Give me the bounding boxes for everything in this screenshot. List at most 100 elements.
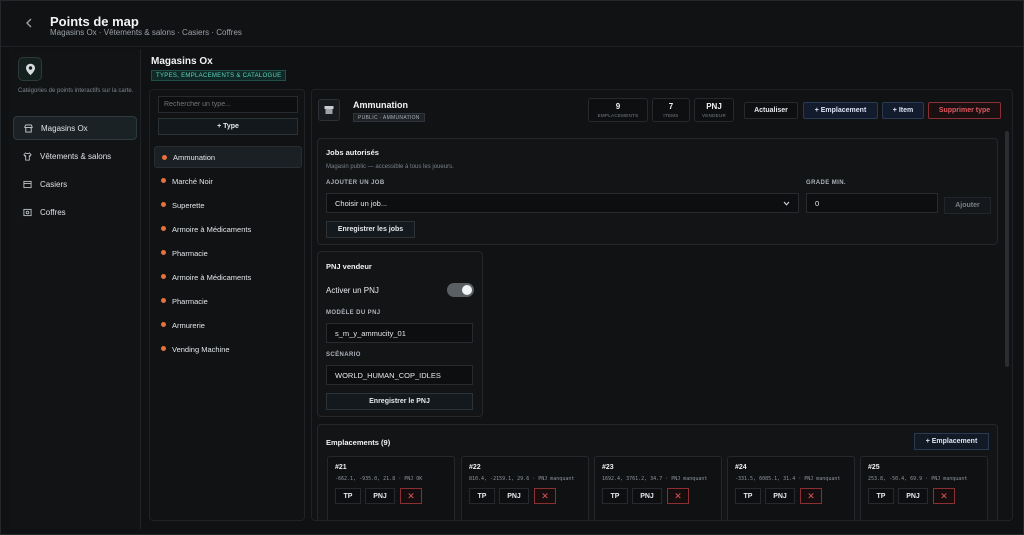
back-button[interactable] bbox=[19, 13, 39, 33]
status-dot bbox=[161, 274, 166, 279]
teleport-button[interactable]: TP bbox=[335, 488, 361, 504]
location-coords: 253.8, -50.4, 69.9 · PNJ manquant bbox=[868, 476, 968, 482]
refresh-button[interactable]: Actualiser bbox=[744, 102, 798, 119]
job-select-value: Choisir un job... bbox=[335, 198, 388, 208]
delete-location-button[interactable]: ✕ bbox=[534, 488, 556, 504]
sidebar-item-label: Coffres bbox=[40, 207, 66, 217]
type-detail-panel: Ammunation PUBLIC · AMMUNATION 9 EMPLACE… bbox=[311, 89, 1013, 521]
locations-title: Emplacements (9) bbox=[326, 438, 391, 447]
npc-button[interactable]: PNJ bbox=[632, 488, 662, 504]
npc-title: PNJ vendeur bbox=[326, 262, 372, 271]
save-jobs-button[interactable]: Enregistrer les jobs bbox=[326, 221, 415, 238]
type-item-label: Pharmacie bbox=[172, 248, 208, 258]
category-sidebar: Catégories de points interactifs sur la … bbox=[9, 49, 141, 529]
chevron-left-icon bbox=[26, 18, 32, 28]
toggle-knob bbox=[462, 285, 472, 295]
add-type-button[interactable]: + Type bbox=[158, 118, 298, 135]
location-number: #25 bbox=[868, 464, 880, 471]
type-item-pharmacie-2[interactable]: Pharmacie bbox=[154, 290, 302, 312]
type-item-label: Armurerie bbox=[172, 320, 205, 330]
delete-location-button[interactable]: ✕ bbox=[400, 488, 422, 504]
store-icon bbox=[24, 123, 33, 133]
sidebar-item-label: Casiers bbox=[40, 179, 68, 189]
grade-input[interactable]: 0 bbox=[806, 193, 938, 213]
detail-scrollbar[interactable] bbox=[1005, 131, 1009, 367]
teleport-button[interactable]: TP bbox=[868, 488, 894, 504]
stat-value: 9 bbox=[615, 102, 621, 111]
type-item-superette[interactable]: Superette bbox=[154, 194, 302, 216]
stat-label: ITEMS bbox=[663, 113, 679, 118]
type-item-label: Pharmacie bbox=[172, 296, 208, 306]
type-item-label: Ammunation bbox=[173, 152, 216, 162]
location-coords: 1692.4, 3761.2, 34.7 · PNJ manquant bbox=[602, 476, 708, 482]
sidebar-item-casiers[interactable]: Casiers bbox=[13, 172, 137, 196]
sidebar-item-magasins-ox[interactable]: Magasins Ox bbox=[13, 116, 137, 140]
stat-vendeur: PNJ VENDEUR bbox=[694, 98, 734, 122]
npc-model-input[interactable]: s_m_y_ammucity_01 bbox=[326, 323, 473, 343]
delete-type-button[interactable]: Supprimer type bbox=[928, 102, 1001, 119]
type-badge: PUBLIC · AMMUNATION bbox=[353, 113, 425, 122]
type-item-label: Armoire à Médicaments bbox=[172, 272, 252, 282]
location-card-21: #21 -662.1, -935.0, 21.8 · PNJ OK TP PNJ… bbox=[327, 456, 455, 520]
npc-button[interactable]: PNJ bbox=[898, 488, 928, 504]
locker-icon bbox=[23, 180, 32, 188]
section-tag: TYPES, EMPLACEMENTS & CATALOGUE bbox=[151, 70, 287, 81]
type-item-armoire-medicaments-2[interactable]: Armoire à Médicaments bbox=[154, 266, 302, 288]
location-card-24: #24 -331.5, 6085.1, 31.4 · PNJ manquant … bbox=[727, 456, 855, 520]
type-item-armoire-medicaments[interactable]: Armoire à Médicaments bbox=[154, 218, 302, 240]
location-number: #21 bbox=[335, 464, 347, 471]
type-title: Ammunation bbox=[353, 100, 408, 110]
delete-location-button[interactable]: ✕ bbox=[800, 488, 822, 504]
type-item-armurerie[interactable]: Armurerie bbox=[154, 314, 302, 336]
type-item-label: Vending Machine bbox=[172, 344, 230, 354]
type-item-label: Armoire à Médicaments bbox=[172, 224, 252, 234]
teleport-button[interactable]: TP bbox=[735, 488, 761, 504]
location-coords: -662.1, -935.0, 21.8 · PNJ OK bbox=[335, 476, 423, 482]
npc-button[interactable]: PNJ bbox=[365, 488, 395, 504]
sidebar-item-label: Magasins Ox bbox=[41, 123, 88, 133]
npc-model-label: MODÈLE DU PNJ bbox=[326, 310, 381, 316]
type-item-ammunation[interactable]: Ammunation bbox=[154, 146, 302, 168]
sidebar-item-vetements-salons[interactable]: Vêtements & salons bbox=[13, 144, 137, 168]
stat-label: EMPLACEMENTS bbox=[597, 113, 639, 118]
npc-scenario-input[interactable]: WORLD_HUMAN_COP_IDLES bbox=[326, 365, 473, 385]
location-coords: -331.5, 6085.1, 31.4 · PNJ manquant bbox=[735, 476, 841, 482]
type-item-pharmacie[interactable]: Pharmacie bbox=[154, 242, 302, 264]
type-item-vending-machine[interactable]: Vending Machine bbox=[154, 338, 302, 360]
stat-emplacements: 9 EMPLACEMENTS bbox=[588, 98, 648, 122]
sidebar-item-coffres[interactable]: Coffres bbox=[13, 200, 137, 224]
location-card-25: #25 253.8, -50.4, 69.9 · PNJ manquant TP… bbox=[860, 456, 988, 520]
add-job-button[interactable]: Ajouter bbox=[944, 197, 991, 214]
location-number: #23 bbox=[602, 464, 614, 471]
teleport-button[interactable]: TP bbox=[602, 488, 628, 504]
grade-label: GRADE MIN. bbox=[806, 180, 846, 186]
add-item-button[interactable]: + Item bbox=[882, 102, 924, 119]
add-location-button-2[interactable]: + Emplacement bbox=[914, 433, 989, 450]
teleport-button[interactable]: TP bbox=[469, 488, 495, 504]
add-job-label: AJOUTER UN JOB bbox=[326, 180, 385, 186]
stat-value: 7 bbox=[668, 102, 674, 111]
location-card-23: #23 1692.4, 3761.2, 34.7 · PNJ manquant … bbox=[594, 456, 722, 520]
status-dot bbox=[161, 322, 166, 327]
npc-enable-label: Activer un PNJ bbox=[326, 286, 379, 295]
npc-enable-toggle[interactable] bbox=[447, 283, 474, 297]
npc-button[interactable]: PNJ bbox=[499, 488, 529, 504]
save-npc-button[interactable]: Enregistrer le PNJ bbox=[326, 393, 473, 410]
type-item-marche-noir[interactable]: Marché Noir bbox=[154, 170, 302, 192]
location-coords: 810.4, -2159.1, 29.6 · PNJ manquant bbox=[469, 476, 575, 482]
top-bar: Points de map Magasins Ox · Vêtements & … bbox=[1, 1, 1023, 47]
jobs-title: Jobs autorisés bbox=[326, 148, 379, 157]
delete-location-button[interactable]: ✕ bbox=[933, 488, 955, 504]
status-dot bbox=[161, 178, 166, 183]
npc-button[interactable]: PNJ bbox=[765, 488, 795, 504]
type-search-input[interactable] bbox=[158, 96, 298, 113]
add-location-button[interactable]: + Emplacement bbox=[803, 102, 878, 119]
safe-icon bbox=[23, 208, 32, 216]
app-window: Points de map Magasins Ox · Vêtements & … bbox=[0, 0, 1024, 535]
job-select[interactable]: Choisir un job... bbox=[326, 193, 799, 213]
app-title: Points de map bbox=[50, 14, 139, 29]
location-card-22: #22 810.4, -2159.1, 29.6 · PNJ manquant … bbox=[461, 456, 589, 520]
stat-items: 7 ITEMS bbox=[652, 98, 690, 122]
npc-vendor-card: PNJ vendeur Activer un PNJ MODÈLE DU PNJ… bbox=[317, 251, 483, 417]
delete-location-button[interactable]: ✕ bbox=[667, 488, 689, 504]
